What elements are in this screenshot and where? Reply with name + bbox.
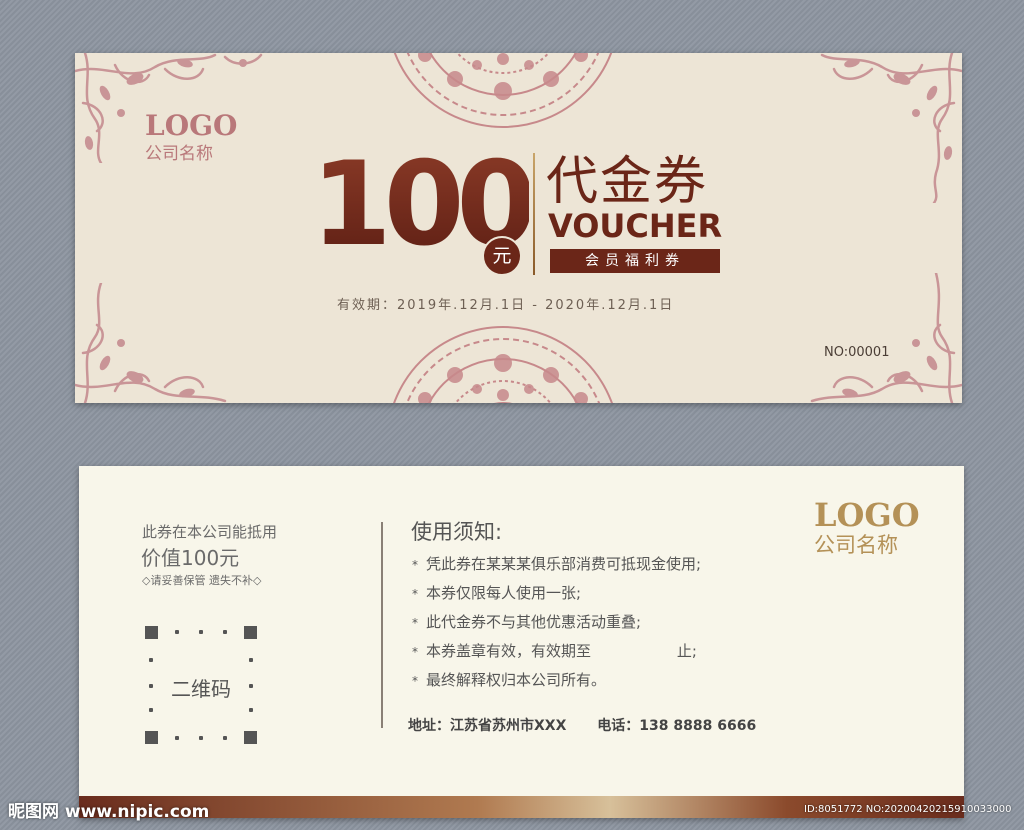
voucher-front: LOGO 公司名称 100 元 代金券 VOUCHER 会员福利券 有效期：20… [75, 53, 962, 403]
notice-item: * 凭此券在某某某俱乐部消费可抵现金使用; [412, 550, 701, 579]
notice-item: * 此代金券不与其他优惠活动重叠; [412, 608, 701, 637]
notice-item: * 最终解释权归本公司所有。 [412, 666, 701, 695]
serial-number: NO:00001 [824, 345, 890, 360]
bullet-icon: * [412, 645, 418, 659]
validity-period: 有效期：2019年.12月.1日 - 2020年.12月.1日 [337, 298, 675, 313]
keep-safe-note: ◇请妥善保管 遗失不补◇ [142, 574, 262, 587]
contact-line: 地址：江苏省苏州市XXX 电话：138 8888 6666 [408, 715, 756, 735]
voucher-title-cn: 代金券 [546, 152, 709, 212]
back-logo: LOGO 公司名称 [814, 498, 920, 558]
voucher-title-en: VOUCHER [548, 207, 723, 245]
company-name: 公司名称 [814, 533, 898, 557]
bullet-icon: * [412, 674, 418, 688]
logo-text: LOGO [814, 496, 920, 534]
watermark-right: ID:8051772 NO:20200420215910033000 [804, 804, 1012, 815]
currency-badge: 元 [482, 236, 522, 276]
voucher-back: 此券在本公司能抵用 价值100元 ◇请妥善保管 遗失不补◇ 二维码 使用须知: … [79, 466, 964, 818]
logo-text: LOGO [145, 109, 238, 142]
qr-label: 二维码 [171, 677, 231, 701]
bottom-medallion-icon [393, 326, 613, 403]
front-logo: LOGO 公司名称 [145, 111, 237, 165]
qr-code-placeholder-icon: 二维码 [145, 626, 257, 744]
notice-title: 使用须知: [411, 520, 503, 544]
member-label: 会员福利券 [550, 249, 720, 273]
top-medallion-icon [393, 53, 613, 128]
company-name: 公司名称 [145, 144, 213, 164]
bullet-icon: * [412, 616, 418, 630]
value-note: 价值100元 [141, 546, 240, 570]
bottom-left-floral-ornament-icon [75, 283, 227, 403]
phone-value: 138 8888 6666 [639, 718, 757, 734]
title-divider [533, 153, 535, 275]
address-label: 地址： [408, 718, 450, 734]
redeem-note: 此券在本公司能抵用 [142, 523, 278, 541]
notice-list: * 凭此券在某某某俱乐部消费可抵现金使用; * 本券仅限每人使用一张; * 此代金券不… [412, 550, 701, 695]
bottom-right-floral-ornament-icon [810, 273, 962, 403]
bullet-icon: * [412, 558, 418, 572]
notice-item: * 本券仅限每人使用一张; [412, 579, 701, 608]
phone-label: 电话： [597, 718, 640, 734]
bullet-icon: * [412, 587, 418, 601]
address-value: 江苏省苏州市XXX [450, 718, 567, 734]
vertical-divider [381, 522, 383, 728]
top-right-floral-ornament-icon [820, 53, 962, 203]
watermark-left: 昵图网 www.nipic.com [8, 802, 210, 822]
notice-item: * 本券盖章有效，有效期至 止; [412, 637, 701, 666]
